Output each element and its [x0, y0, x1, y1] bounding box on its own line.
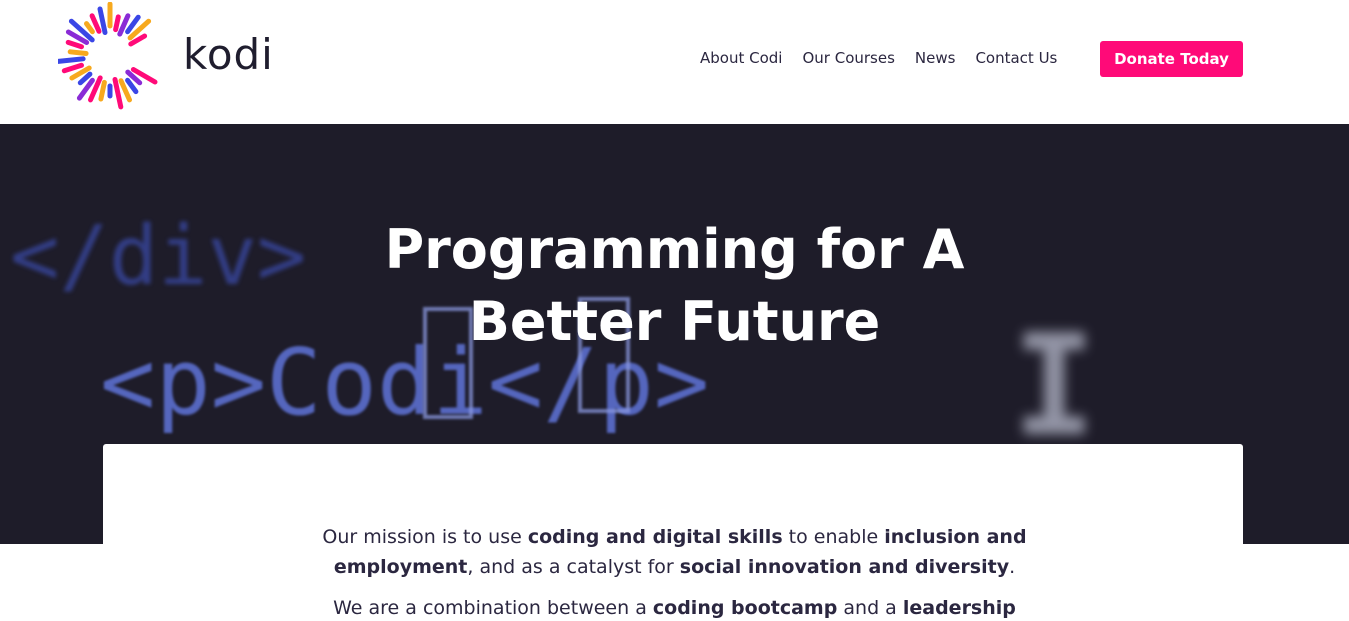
about-paragraph: We are a combination between a coding bo… [300, 593, 1049, 621]
logo-ray [98, 79, 107, 102]
logo-ray [65, 39, 84, 50]
logo-ray [97, 6, 108, 35]
home-logo-link[interactable]: kodi [58, 2, 298, 114]
site-header: kodi About Codi Our Courses News Contact… [0, 0, 1349, 124]
mission-text: Our mission is to use [322, 526, 528, 548]
mission-text: , and as a catalyst for [467, 556, 680, 578]
mission-paragraph: Our mission is to use coding and digital… [310, 522, 1039, 582]
nav-about-codi[interactable]: About Codi [690, 45, 792, 71]
codi-logo-icon [58, 2, 158, 110]
about-highlight: leadership [902, 597, 1016, 619]
hero-title: Programming for A Better Future [384, 218, 965, 353]
nav-our-courses[interactable]: Our Courses [792, 45, 904, 71]
logo-text: kodi [183, 30, 274, 79]
logo-ray [61, 62, 84, 74]
about-text: and a [837, 597, 903, 619]
mission-highlight: social innovation and diversity [679, 556, 1010, 578]
logo-ray [84, 21, 95, 35]
about-text: We are a combination between a [333, 597, 653, 619]
mission-text: . [1009, 556, 1016, 578]
mission-highlight: coding and digital skills [527, 526, 783, 548]
mission-text: to enable [782, 526, 885, 548]
nav-contact-us[interactable]: Contact Us [965, 45, 1067, 71]
hero-code-line-1: </div> [10, 209, 306, 304]
logo-ray [67, 49, 89, 56]
donate-button[interactable]: Donate Today [1100, 41, 1243, 77]
logo-ray [125, 77, 139, 95]
main-nav: About Codi Our Courses News Contact Us [690, 45, 1067, 71]
nav-news[interactable]: News [905, 45, 966, 71]
about-highlight: coding bootcamp [652, 597, 838, 619]
logo-ray [58, 56, 86, 64]
logo-ray [113, 14, 121, 33]
